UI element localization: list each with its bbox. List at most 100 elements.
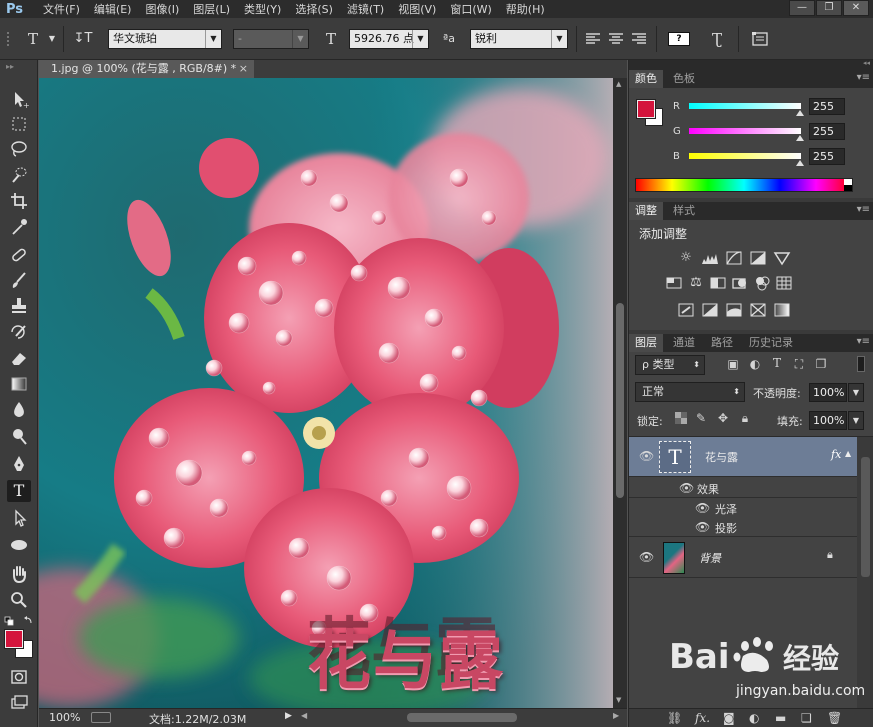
- quick-mask-icon[interactable]: [7, 666, 31, 688]
- canvas[interactable]: 花与露 花与露: [39, 78, 613, 708]
- blend-mode-select[interactable]: 正常 ⬍: [635, 382, 745, 402]
- crop-tool-icon[interactable]: [7, 190, 31, 212]
- panel-menu-icon[interactable]: ▾≡: [857, 204, 870, 215]
- close-icon[interactable]: ×: [239, 60, 248, 78]
- layer-name[interactable]: 花与露: [705, 449, 738, 465]
- scroll-down-icon[interactable]: ▼: [616, 696, 621, 704]
- visibility-eye-icon[interactable]: 👁︎: [695, 501, 710, 515]
- invert-icon[interactable]: [677, 302, 695, 318]
- warp-text-icon[interactable]: Ʈ: [706, 29, 728, 49]
- print-preview-icon[interactable]: [91, 712, 111, 723]
- color-lookup-icon[interactable]: [775, 275, 793, 291]
- add-mask-icon[interactable]: ◙: [723, 711, 735, 725]
- blue-slider-handle[interactable]: [796, 160, 804, 166]
- ellipse-tool-icon[interactable]: [7, 534, 31, 556]
- filter-smart-object-icon[interactable]: ❐: [813, 357, 829, 371]
- curves-icon[interactable]: [725, 250, 743, 266]
- brightness-contrast-icon[interactable]: ☼: [677, 250, 695, 266]
- new-layer-icon[interactable]: ❏: [801, 711, 812, 725]
- tab-swatches[interactable]: 色板: [667, 70, 701, 88]
- opacity-field[interactable]: 100%: [809, 383, 847, 402]
- type-tool-icon[interactable]: T: [7, 480, 31, 502]
- chevron-down-icon[interactable]: ▼: [46, 29, 58, 49]
- foreground-color-swatch[interactable]: [636, 99, 656, 119]
- effects-group-row[interactable]: 👁︎ 效果: [629, 478, 857, 498]
- gradient-tool-icon[interactable]: [7, 373, 31, 395]
- layer-name[interactable]: 背景: [699, 550, 721, 566]
- channel-mixer-icon[interactable]: [753, 275, 771, 291]
- color-balance-icon[interactable]: ⚖: [687, 275, 705, 291]
- panel-menu-icon[interactable]: ▾≡: [857, 336, 870, 347]
- menu-filter[interactable]: 滤镜(T): [340, 1, 391, 17]
- tab-channels[interactable]: 通道: [667, 334, 701, 352]
- posterize-icon[interactable]: [701, 302, 719, 318]
- effect-row-drop-shadow[interactable]: 👁︎ 投影: [629, 517, 857, 537]
- font-style-select[interactable]: - ▼: [233, 29, 309, 49]
- filter-pixel-icon[interactable]: ▣: [725, 357, 741, 371]
- scroll-left-icon[interactable]: ◀: [301, 711, 307, 720]
- panel-menu-icon[interactable]: ▾≡: [857, 72, 870, 83]
- tab-styles[interactable]: 样式: [667, 202, 701, 220]
- color-spectrum-ramp[interactable]: [635, 178, 853, 192]
- visibility-eye-icon[interactable]: 👁︎: [679, 481, 694, 495]
- marquee-tool-icon[interactable]: [7, 113, 31, 135]
- fill-field[interactable]: 100%: [809, 411, 847, 430]
- filter-type-icon[interactable]: T: [769, 356, 785, 370]
- maximize-button[interactable]: ❐: [816, 0, 842, 16]
- menu-layer[interactable]: 图层(L): [186, 1, 237, 17]
- tab-paths[interactable]: 路径: [705, 334, 739, 352]
- lock-all-icon[interactable]: 🔒︎: [737, 411, 753, 426]
- toolbox-collapse-icon[interactable]: ▸▸: [6, 62, 14, 71]
- text-color-swatch[interactable]: ?: [668, 29, 690, 49]
- font-family-select[interactable]: 华文琥珀 ▼: [108, 29, 222, 49]
- status-menu-arrow-icon[interactable]: ▶: [285, 711, 292, 721]
- scroll-right-icon[interactable]: ▶: [613, 711, 619, 720]
- selective-color-icon[interactable]: [749, 302, 767, 318]
- close-window-button[interactable]: ✕: [843, 0, 869, 16]
- scroll-up-icon[interactable]: ▲: [616, 80, 621, 88]
- lock-transparency-icon[interactable]: [673, 412, 689, 427]
- black-white-icon[interactable]: [709, 275, 727, 291]
- screen-mode-icon[interactable]: [7, 692, 31, 714]
- menu-help[interactable]: 帮助(H): [499, 1, 552, 17]
- healing-brush-tool-icon[interactable]: [7, 244, 31, 266]
- layer-effects-fx-icon[interactable]: fx: [831, 448, 841, 461]
- anti-alias-select[interactable]: 锐利 ▼: [470, 29, 568, 49]
- red-slider-handle[interactable]: [796, 110, 804, 116]
- lock-position-icon[interactable]: ✥: [715, 411, 731, 425]
- delete-layer-icon[interactable]: 🗑︎: [827, 711, 842, 725]
- gradient-map-icon[interactable]: [773, 302, 791, 318]
- eyedropper-tool-icon[interactable]: [7, 216, 31, 238]
- minimize-button[interactable]: —: [789, 0, 815, 16]
- move-tool-icon[interactable]: +: [7, 88, 31, 110]
- font-size-select[interactable]: 5926.76 点 ▼: [349, 29, 429, 49]
- vertical-scroll-thumb[interactable]: [616, 303, 624, 498]
- layer-filter-select[interactable]: ρ 类型 ⬍: [635, 355, 705, 375]
- eraser-tool-icon[interactable]: [7, 347, 31, 369]
- align-left-icon[interactable]: [584, 29, 602, 49]
- visibility-eye-icon[interactable]: 👁︎: [639, 449, 654, 463]
- menu-image[interactable]: 图像(I): [138, 1, 186, 17]
- new-group-icon[interactable]: ▬: [775, 711, 786, 725]
- new-adjustment-layer-icon[interactable]: ◐: [749, 711, 759, 725]
- effect-row-satin[interactable]: 👁︎ 光泽: [629, 498, 857, 517]
- brush-tool-icon[interactable]: [7, 269, 31, 291]
- clone-stamp-tool-icon[interactable]: [7, 295, 31, 317]
- text-orientation-icon[interactable]: ↧T: [70, 29, 96, 49]
- character-panel-icon[interactable]: [750, 29, 770, 49]
- horizontal-scroll-thumb[interactable]: [407, 713, 517, 722]
- threshold-icon[interactable]: [725, 302, 743, 318]
- menu-file[interactable]: 文件(F): [36, 1, 87, 17]
- levels-icon[interactable]: [701, 250, 719, 266]
- photo-filter-icon[interactable]: [731, 275, 749, 291]
- layer-row-background[interactable]: 👁︎ 背景 🔒︎: [629, 538, 857, 578]
- pen-tool-icon[interactable]: [7, 453, 31, 475]
- exposure-icon[interactable]: [749, 250, 767, 266]
- foreground-color-swatch[interactable]: [4, 629, 24, 649]
- zoom-level[interactable]: 100%: [49, 711, 80, 724]
- chevron-down-icon[interactable]: ▼: [848, 411, 864, 430]
- green-slider-handle[interactable]: [796, 135, 804, 141]
- red-value[interactable]: 255: [809, 98, 845, 115]
- chevron-up-icon[interactable]: ▲: [845, 449, 851, 458]
- add-style-fx-icon[interactable]: fx.: [695, 711, 710, 725]
